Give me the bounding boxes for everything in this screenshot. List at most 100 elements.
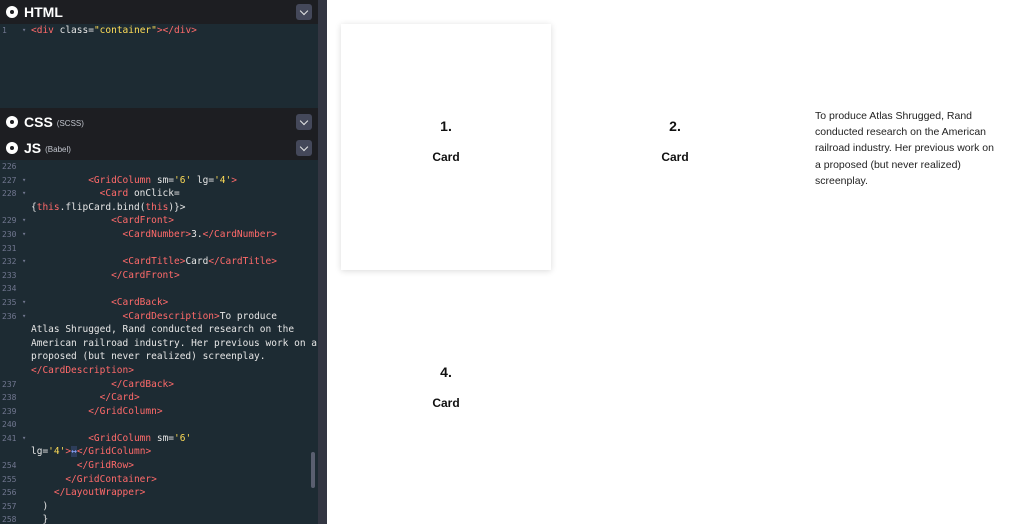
code-line[interactable]: 236 ▾ <CardDescription>To produce xyxy=(0,310,318,324)
fold-toggle-icon[interactable]: ▾ xyxy=(22,187,26,201)
css-pane-header: CSS (SCSS) xyxy=(0,110,318,134)
code-token: American railroad industry. Her previous… xyxy=(31,337,317,349)
card-title: Card xyxy=(432,150,460,164)
code-line[interactable]: 231 xyxy=(0,242,318,256)
line-number: 229 xyxy=(2,216,17,226)
code-token: <Card xyxy=(31,188,134,200)
css-pane: CSS (SCSS) xyxy=(0,110,318,134)
code-line[interactable]: 254 </GridRow> xyxy=(0,459,318,473)
line-number: 240 xyxy=(2,420,17,430)
code-token: '6' xyxy=(174,174,192,186)
line-number: 256 xyxy=(2,488,17,498)
gear-icon[interactable] xyxy=(6,142,18,154)
code-line[interactable]: Atlas Shrugged, Rand conducted research … xyxy=(0,323,318,337)
code-text: </Card> xyxy=(31,391,140,405)
code-line[interactable]: 228 ▾ <Card onClick= xyxy=(0,187,318,201)
code-token: proposed (but never realized) screenplay… xyxy=(31,351,266,363)
code-token: > xyxy=(231,174,237,186)
code-text: </CardDescription> xyxy=(31,364,134,378)
code-token: lg= xyxy=(31,446,49,458)
line-number: 235 xyxy=(2,297,17,307)
js-code-area[interactable]: 226 227 ▾ <GridColumn sm='6' lg='4'> 228 ▾ <… xyxy=(0,160,318,524)
chevron-down-icon[interactable] xyxy=(296,114,312,130)
code-text: American railroad industry. Her previous… xyxy=(31,337,317,351)
code-token: </GridColumn> xyxy=(76,446,152,458)
code-line[interactable]: 227 ▾ <GridColumn sm='6' lg='4'> xyxy=(0,174,318,188)
code-line[interactable]: 241 ▾ <GridColumn sm='6' xyxy=(0,432,318,446)
code-token: </CardDescription> xyxy=(31,364,134,376)
fold-toggle-icon[interactable]: ▾ xyxy=(22,255,26,269)
code-line[interactable]: 256 </LayoutWrapper> xyxy=(0,486,318,500)
fold-toggle-icon[interactable]: ▾ xyxy=(22,296,26,310)
code-line[interactable]: </CardDescription> xyxy=(0,364,318,378)
resize-handle[interactable] xyxy=(318,0,327,524)
code-line[interactable]: 235 ▾ <CardBack> xyxy=(0,296,318,310)
code-line[interactable]: 240 xyxy=(0,418,318,432)
code-line[interactable]: 232 ▾ <CardTitle>Card</CardTitle> xyxy=(0,255,318,269)
code-token: <CardNumber> xyxy=(31,228,192,240)
code-line[interactable]: 234 xyxy=(0,282,318,296)
code-line[interactable]: {this.flipCard.bind(this)}> xyxy=(0,201,318,215)
code-text: <div class="container"></div> xyxy=(31,24,197,38)
pane-title: CSS xyxy=(24,114,53,130)
js-pane-header: JS (Babel) xyxy=(0,136,318,160)
code-line[interactable]: 237 </CardBack> xyxy=(0,378,318,392)
code-line[interactable]: 230 ▾ <CardNumber>3.</CardNumber> xyxy=(0,228,318,242)
card-4[interactable]: 4. Card xyxy=(341,270,551,516)
code-line[interactable]: lg='4'>↔</GridColumn> xyxy=(0,445,318,459)
card-1[interactable]: 1. Card xyxy=(341,24,551,270)
line-number: 255 xyxy=(2,474,17,484)
code-line[interactable]: 233 </CardFront> xyxy=(0,269,318,283)
code-line[interactable]: 229 ▾ <CardFront> xyxy=(0,214,318,228)
gear-icon[interactable] xyxy=(6,6,18,18)
card-number: 2. xyxy=(669,118,681,134)
card-3-description[interactable]: To produce Atlas Shrugged, Rand conducte… xyxy=(815,108,1001,189)
pane-subtitle: (Babel) xyxy=(45,145,71,154)
code-line[interactable]: 226 xyxy=(0,160,318,174)
fold-toggle-icon[interactable]: ▾ xyxy=(22,174,26,188)
fold-toggle-icon[interactable]: ▾ xyxy=(22,214,26,228)
html-code-area[interactable]: 1 ▾ <div class="container"></div> xyxy=(0,24,318,38)
code-line[interactable]: 1 ▾ <div class="container"></div> xyxy=(0,24,318,38)
code-text: <CardFront> xyxy=(31,214,174,228)
code-line[interactable]: proposed (but never realized) screenplay… xyxy=(0,350,318,364)
line-number: 226 xyxy=(2,162,17,171)
card-2[interactable]: 2. Card xyxy=(570,24,780,270)
fold-toggle-icon[interactable]: ▾ xyxy=(22,310,26,324)
code-token: sm= xyxy=(156,174,175,186)
code-line[interactable]: 238 </Card> xyxy=(0,391,318,405)
code-token: "container" xyxy=(93,25,157,36)
chevron-down-icon[interactable] xyxy=(296,140,312,156)
code-token: '4' xyxy=(214,174,232,186)
code-token: </CardNumber> xyxy=(202,228,277,240)
code-token: ></div> xyxy=(156,25,197,36)
line-number: 232 xyxy=(2,257,17,267)
fold-toggle-icon[interactable]: ▾ xyxy=(22,24,26,38)
line-number: 233 xyxy=(2,270,17,280)
code-line[interactable]: 239 </GridColumn> xyxy=(0,405,318,419)
code-token: <CardFront> xyxy=(31,215,174,227)
card-number: 4. xyxy=(440,364,452,380)
code-token: lg= xyxy=(191,174,215,186)
code-token: Card xyxy=(185,256,209,268)
editor-scrollbar[interactable] xyxy=(311,452,315,488)
line-number: 230 xyxy=(2,229,17,239)
code-line[interactable]: 255 </GridContainer> xyxy=(0,473,318,487)
fold-toggle-icon[interactable]: ▾ xyxy=(22,228,26,242)
code-token: </GridRow> xyxy=(31,460,134,472)
code-token: </GridColumn> xyxy=(31,405,163,417)
line-number: 257 xyxy=(2,501,17,511)
line-number: 236 xyxy=(2,311,17,321)
code-line[interactable]: 257 ) xyxy=(0,500,318,514)
preview-pane: 1. Card 2. Card To produce Atlas Shrugge… xyxy=(327,0,1024,524)
chevron-down-icon[interactable] xyxy=(296,4,312,20)
code-line[interactable]: 258 } xyxy=(0,513,318,524)
pane-title: JS xyxy=(24,140,42,156)
fold-toggle-icon[interactable]: ▾ xyxy=(22,432,26,446)
code-line[interactable]: American railroad industry. Her previous… xyxy=(0,337,318,351)
gear-icon[interactable] xyxy=(6,116,18,128)
code-token: <div xyxy=(31,25,60,36)
code-token: sm= xyxy=(156,432,175,444)
js-pane: JS (Babel) 226 227 ▾ <GridColumn sm='6' lg… xyxy=(0,136,318,524)
card-title: Card xyxy=(661,150,689,164)
